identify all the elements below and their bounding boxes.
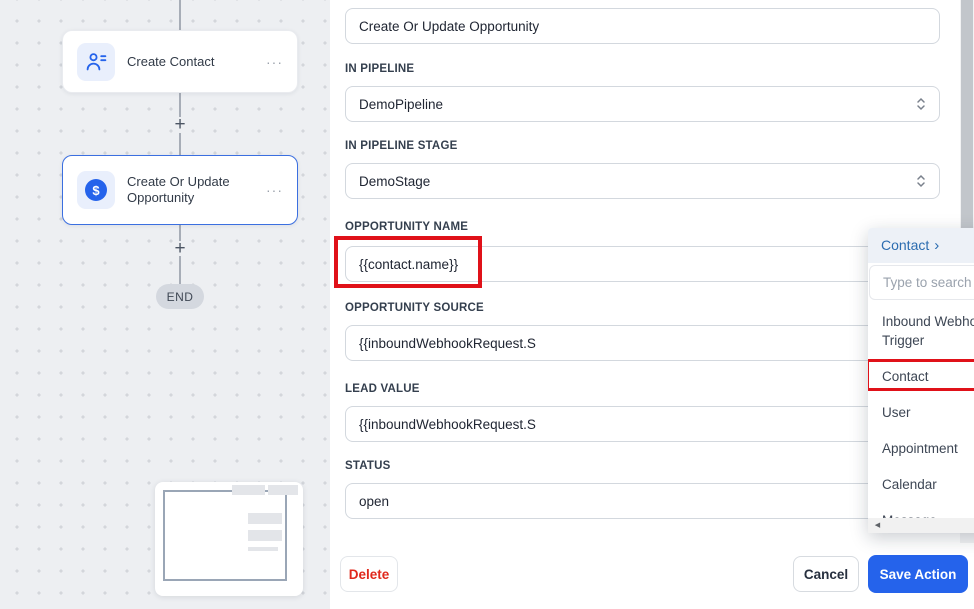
delete-button[interactable]: Delete (340, 556, 398, 592)
action-name-input[interactable] (345, 8, 940, 44)
picker-lists: Inbound Webhook Trigger › Contact › User… (868, 303, 974, 518)
connector-line (179, 133, 181, 155)
end-node: END (156, 284, 204, 309)
picker-category-list: Inbound Webhook Trigger › Contact › User… (868, 303, 974, 518)
chevron-right-icon: › (934, 237, 939, 254)
menu-item-user[interactable]: User › (868, 394, 974, 430)
save-action-button[interactable]: Save Action (868, 555, 968, 593)
minimap-bar (248, 530, 282, 541)
category-list-hscrollbar[interactable]: ◀ ▶ (868, 518, 974, 533)
pipeline-select-value: DemoPipeline (359, 97, 443, 112)
node-label: Create Contact (127, 54, 254, 70)
canvas-minimap[interactable] (155, 482, 303, 596)
action-settings-panel: IN PIPELINE DemoPipeline IN PIPELINE STA… (330, 0, 974, 609)
lead-value-input[interactable] (345, 406, 940, 442)
opportunity-name-label: OPPORTUNITY NAME (345, 221, 468, 233)
add-step-button[interactable]: + (170, 239, 190, 259)
workflow-builder-screen: Create Contact ··· + $ Create Or Update … (0, 0, 974, 609)
horizontal-scrollbars: ◀ ▶ ◀ ▶ (868, 518, 974, 533)
status-input[interactable] (345, 483, 940, 519)
menu-item-message[interactable]: Message › (868, 502, 974, 518)
pipeline-stage-select[interactable]: DemoStage (345, 163, 940, 199)
node-label: Create Or Update Opportunity (127, 174, 254, 206)
picker-search-input[interactable] (869, 265, 974, 300)
in-pipeline-label: IN PIPELINE (345, 63, 414, 75)
contact-icon (77, 43, 115, 81)
minimap-bar (248, 547, 278, 551)
node-create-or-update-opportunity[interactable]: $ Create Or Update Opportunity ··· (62, 155, 298, 225)
scroll-left-icon[interactable]: ◀ (870, 518, 885, 533)
pipeline-select[interactable]: DemoPipeline (345, 86, 940, 122)
node-menu-icon[interactable]: ··· (266, 182, 283, 198)
popup-header: Contact› × (868, 228, 974, 263)
node-create-contact[interactable]: Create Contact ··· (62, 30, 298, 93)
node-menu-icon[interactable]: ··· (266, 54, 283, 70)
chevron-updown-icon (916, 174, 926, 188)
add-step-button[interactable]: + (170, 115, 190, 135)
minimap-bar (248, 513, 282, 524)
custom-value-picker-popup: Contact› × Inbound Webhook Trigger › Con… (868, 228, 974, 533)
connector-line (179, 256, 181, 285)
menu-item-inbound-webhook-trigger[interactable]: Inbound Webhook Trigger › (868, 303, 974, 358)
connector-line (179, 0, 181, 30)
minimap-bar (268, 485, 298, 495)
workflow-canvas[interactable]: Create Contact ··· + $ Create Or Update … (0, 0, 330, 609)
pipeline-stage-select-value: DemoStage (359, 174, 430, 189)
chevron-updown-icon (916, 97, 926, 111)
status-label: STATUS (345, 460, 391, 472)
minimap-bar (232, 485, 265, 495)
menu-item-appointment[interactable]: Appointment › (868, 430, 974, 466)
opportunity-source-input[interactable] (345, 325, 940, 361)
opportunity-dollar-icon: $ (77, 171, 115, 209)
menu-item-contact[interactable]: Contact › (868, 358, 974, 394)
cancel-button[interactable]: Cancel (793, 556, 859, 592)
opportunity-source-label: OPPORTUNITY SOURCE (345, 302, 484, 314)
lead-value-label: LEAD VALUE (345, 383, 420, 395)
popup-breadcrumb[interactable]: Contact› (881, 237, 939, 254)
opportunity-name-input[interactable] (345, 246, 940, 282)
menu-item-calendar[interactable]: Calendar › (868, 466, 974, 502)
in-pipeline-stage-label: IN PIPELINE STAGE (345, 140, 457, 152)
